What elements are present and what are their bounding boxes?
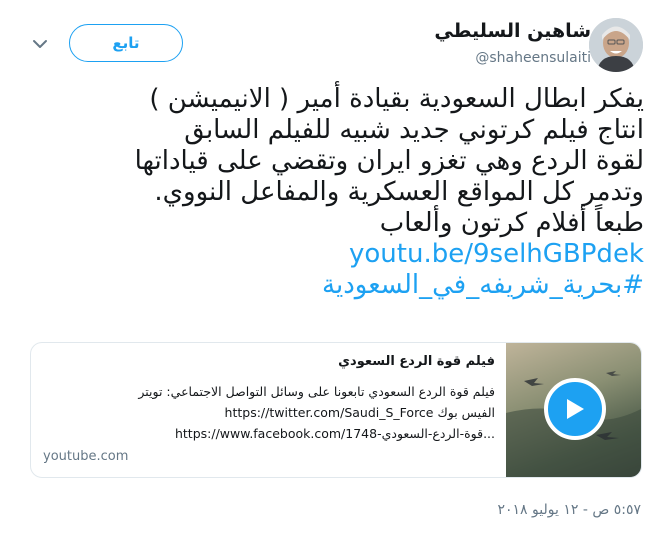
tweet-link[interactable]: youtu.be/9selhGBPdek bbox=[30, 239, 644, 270]
card-content: فيلم قوة الردع السعودي فيلم قوة الردع ال… bbox=[31, 343, 507, 477]
play-icon[interactable] bbox=[544, 378, 606, 440]
card-domain: youtube.com bbox=[43, 449, 129, 464]
user-handle[interactable]: @shaheensulaiti bbox=[475, 50, 591, 66]
card-description-line: https://twitter.com/Saudi_S_Force الفيس … bbox=[224, 405, 495, 420]
tweet-line: يفكر ابطال السعودية بقيادة أمير ( الانيم… bbox=[149, 84, 644, 114]
tweet-line: وتدمر كل المواقع العسكرية والمفاعل النوو… bbox=[154, 177, 644, 207]
display-name[interactable]: شاهين السليطي bbox=[434, 20, 591, 42]
link-preview-card[interactable]: فيلم قوة الردع السعودي فيلم قوة الردع ال… bbox=[30, 342, 642, 478]
card-title: فيلم قوة الردع السعودي bbox=[338, 354, 495, 369]
tweet-line: لقوة الردع وهي تغزو ايران وتقضي على قياد… bbox=[134, 146, 644, 176]
chevron-down-icon[interactable] bbox=[31, 36, 49, 50]
tweet-line: انتاج فيلم كرتوني جديد شبيه للفيلم الساب… bbox=[184, 115, 644, 145]
avatar-photo bbox=[589, 18, 643, 72]
tweet-timestamp[interactable]: ٥:٥٧ ص - ١٢ يوليو ٢٠١٨ bbox=[498, 502, 642, 518]
hashtag-link[interactable]: #بحرية_شريفه_في_السعودية bbox=[30, 270, 644, 301]
follow-button[interactable]: تابع bbox=[69, 24, 183, 62]
card-description: فيلم قوة الردع السعودي تابعونا على وسائل… bbox=[43, 381, 495, 444]
card-description-line: https://www.facebook.com/قوة-الردع-السعو… bbox=[174, 426, 495, 441]
video-thumbnail[interactable] bbox=[506, 343, 641, 477]
tweet-text: يفكر ابطال السعودية بقيادة أمير ( الانيم… bbox=[30, 84, 644, 301]
card-description-line: فيلم قوة الردع السعودي تابعونا على وسائل… bbox=[138, 384, 495, 399]
tweet-line: طبعاً أفلام كرتون وألعاب bbox=[379, 208, 644, 238]
avatar[interactable] bbox=[589, 18, 643, 72]
